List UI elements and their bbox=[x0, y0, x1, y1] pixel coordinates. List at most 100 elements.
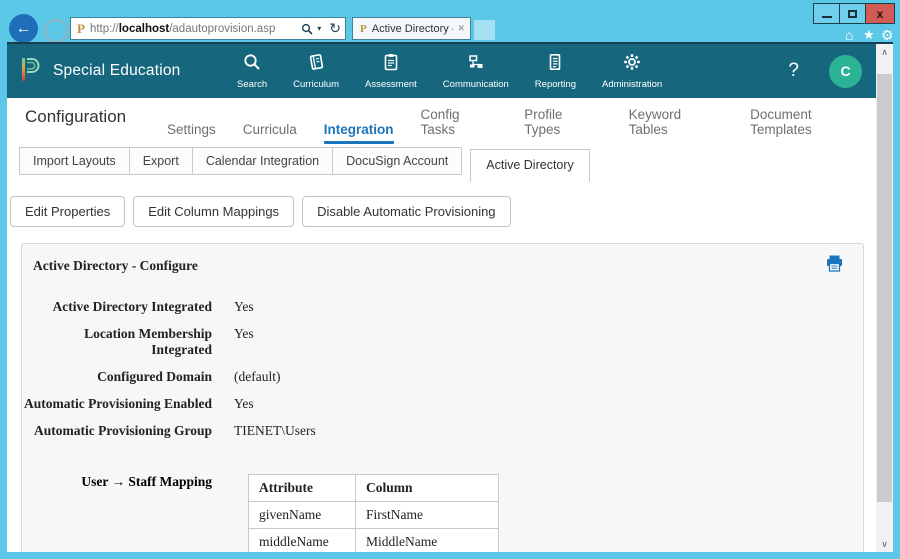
minimize-icon bbox=[822, 16, 832, 18]
subtab-docusign-account[interactable]: DocuSign Account bbox=[332, 147, 462, 175]
cell-attribute: givenName bbox=[249, 502, 356, 529]
nav-label: Assessment bbox=[365, 79, 417, 90]
scroll-down-icon[interactable]: ∨ bbox=[876, 536, 893, 552]
tab-config-tasks[interactable]: Config Tasks bbox=[421, 107, 498, 144]
field-label: Active Directory Integrated bbox=[22, 299, 212, 315]
cell-column: MiddleName bbox=[356, 529, 499, 553]
user-staff-mapping-section: User → Staff Mapping Attribute Column gi… bbox=[22, 474, 863, 552]
panel-title: Active Directory - Configure bbox=[22, 244, 863, 274]
print-icon[interactable] bbox=[826, 254, 843, 278]
book-icon bbox=[306, 52, 326, 77]
maximize-button[interactable] bbox=[839, 3, 866, 24]
mapping-table: Attribute Column givenName FirstName mid… bbox=[248, 474, 499, 552]
gear-icon bbox=[622, 52, 642, 77]
field-value: Yes bbox=[234, 326, 254, 358]
tab-title: Active Directory - Configure bbox=[372, 23, 454, 35]
scrollbar-thumb[interactable] bbox=[877, 74, 892, 502]
active-directory-panel: Active Directory - Configure Active Dire… bbox=[21, 243, 864, 552]
home-icon[interactable]: ⌂ bbox=[845, 27, 853, 43]
subtab-active-directory[interactable]: Active Directory bbox=[470, 149, 590, 182]
address-dropdown-icon[interactable]: ▾ bbox=[317, 24, 321, 33]
table-header-row: Attribute Column bbox=[249, 475, 499, 502]
maximize-icon bbox=[848, 10, 857, 18]
integration-subtabs: Import Layouts Export Calendar Integrati… bbox=[19, 147, 888, 184]
user-avatar[interactable]: C bbox=[829, 55, 862, 88]
main-nav: Search Curriculum Assessment bbox=[237, 52, 662, 90]
refresh-icon[interactable]: ↻ bbox=[329, 20, 341, 37]
app-header: Special Education Search Curriculum bbox=[7, 44, 876, 98]
url-prefix: http:// bbox=[90, 23, 119, 35]
new-tab-button[interactable] bbox=[474, 20, 495, 40]
table-row: givenName FirstName bbox=[249, 502, 499, 529]
field-label: Automatic Provisioning Group bbox=[22, 423, 212, 439]
brand: Special Education bbox=[19, 55, 237, 88]
scroll-up-icon[interactable]: ∧ bbox=[876, 44, 893, 60]
nav-label: Curriculum bbox=[293, 79, 339, 90]
field-value: (default) bbox=[234, 369, 280, 385]
search-icon bbox=[242, 52, 262, 77]
page-title: Configuration bbox=[25, 107, 126, 127]
tab-favicon-icon: P bbox=[360, 23, 367, 35]
nav-label: Communication bbox=[443, 79, 509, 90]
tab-integration[interactable]: Integration bbox=[324, 122, 394, 144]
nav-item-assessment[interactable]: Assessment bbox=[365, 52, 417, 90]
favorites-star-icon[interactable]: ★ bbox=[863, 27, 875, 43]
forward-button[interactable]: → bbox=[44, 19, 68, 43]
back-button[interactable]: ← bbox=[9, 14, 38, 43]
nav-item-reporting[interactable]: Reporting bbox=[535, 52, 576, 90]
mapping-label: User → Staff Mapping bbox=[22, 474, 212, 490]
document-icon bbox=[545, 52, 565, 77]
url-path: /adautoprovision.asp bbox=[169, 23, 275, 35]
edit-properties-button[interactable]: Edit Properties bbox=[10, 196, 125, 227]
field-label: Location Membership Integrated bbox=[22, 326, 212, 358]
config-header-row: Configuration Settings Curricula Integra… bbox=[7, 98, 876, 144]
nav-item-communication[interactable]: Communication bbox=[443, 52, 509, 90]
tab-keyword-tables[interactable]: Keyword Tables bbox=[629, 107, 724, 144]
field-row: Active Directory Integrated Yes bbox=[22, 299, 863, 315]
tab-profile-types[interactable]: Profile Types bbox=[524, 107, 601, 144]
disable-automatic-provisioning-button[interactable]: Disable Automatic Provisioning bbox=[302, 196, 510, 227]
field-label: Automatic Provisioning Enabled bbox=[22, 396, 212, 412]
field-label: Configured Domain bbox=[22, 369, 212, 385]
tab-curricula[interactable]: Curricula bbox=[243, 122, 297, 144]
nav-label: Reporting bbox=[535, 79, 576, 90]
site-favicon-icon: P bbox=[77, 21, 85, 37]
tab-settings[interactable]: Settings bbox=[167, 122, 216, 144]
nav-label: Search bbox=[237, 79, 267, 90]
browser-window: ← → P http://localhost/adautoprovision.a… bbox=[0, 0, 900, 559]
config-tabs: Settings Curricula Integration Config Ta… bbox=[167, 107, 876, 144]
minimize-button[interactable] bbox=[813, 3, 840, 24]
subtab-import-layouts[interactable]: Import Layouts bbox=[19, 147, 130, 175]
tab-document-templates[interactable]: Document Templates bbox=[750, 107, 876, 144]
field-value: Yes bbox=[234, 299, 254, 315]
browser-tab[interactable]: P Active Directory - Configure ✕ bbox=[352, 17, 471, 40]
clipboard-icon bbox=[381, 52, 401, 77]
page-viewport: ∧ ∨ Special Education bbox=[7, 42, 893, 552]
subtab-export[interactable]: Export bbox=[129, 147, 193, 175]
subtab-calendar-integration[interactable]: Calendar Integration bbox=[192, 147, 333, 175]
cell-column: FirstName bbox=[356, 502, 499, 529]
column-header-attribute: Attribute bbox=[249, 475, 356, 502]
table-row: middleName MiddleName bbox=[249, 529, 499, 553]
field-row: Location Membership Integrated Yes bbox=[22, 326, 863, 358]
close-button[interactable]: x bbox=[865, 3, 895, 24]
field-row: Automatic Provisioning Enabled Yes bbox=[22, 396, 863, 412]
help-button[interactable]: ? bbox=[788, 60, 799, 82]
address-bar[interactable]: P http://localhost/adautoprovision.asp ▾… bbox=[70, 17, 346, 40]
nav-item-search[interactable]: Search bbox=[237, 52, 267, 90]
field-value: Yes bbox=[234, 396, 254, 412]
org-chart-icon bbox=[466, 52, 486, 77]
field-row: Automatic Provisioning Group TIENET\User… bbox=[22, 423, 863, 439]
action-buttons: Edit Properties Edit Column Mappings Dis… bbox=[10, 196, 879, 227]
nav-item-curriculum[interactable]: Curriculum bbox=[293, 52, 339, 90]
nav-item-administration[interactable]: Administration bbox=[602, 52, 662, 90]
tab-close-icon[interactable]: ✕ bbox=[457, 23, 465, 34]
url-text[interactable]: http://localhost/adautoprovision.asp bbox=[90, 23, 301, 35]
cell-attribute: middleName bbox=[249, 529, 356, 553]
field-row: Configured Domain (default) bbox=[22, 369, 863, 385]
app-logo-icon bbox=[19, 55, 41, 88]
column-header-column: Column bbox=[356, 475, 499, 502]
search-icon[interactable] bbox=[301, 23, 313, 35]
vertical-scrollbar[interactable]: ∧ ∨ bbox=[876, 44, 893, 552]
edit-column-mappings-button[interactable]: Edit Column Mappings bbox=[133, 196, 294, 227]
